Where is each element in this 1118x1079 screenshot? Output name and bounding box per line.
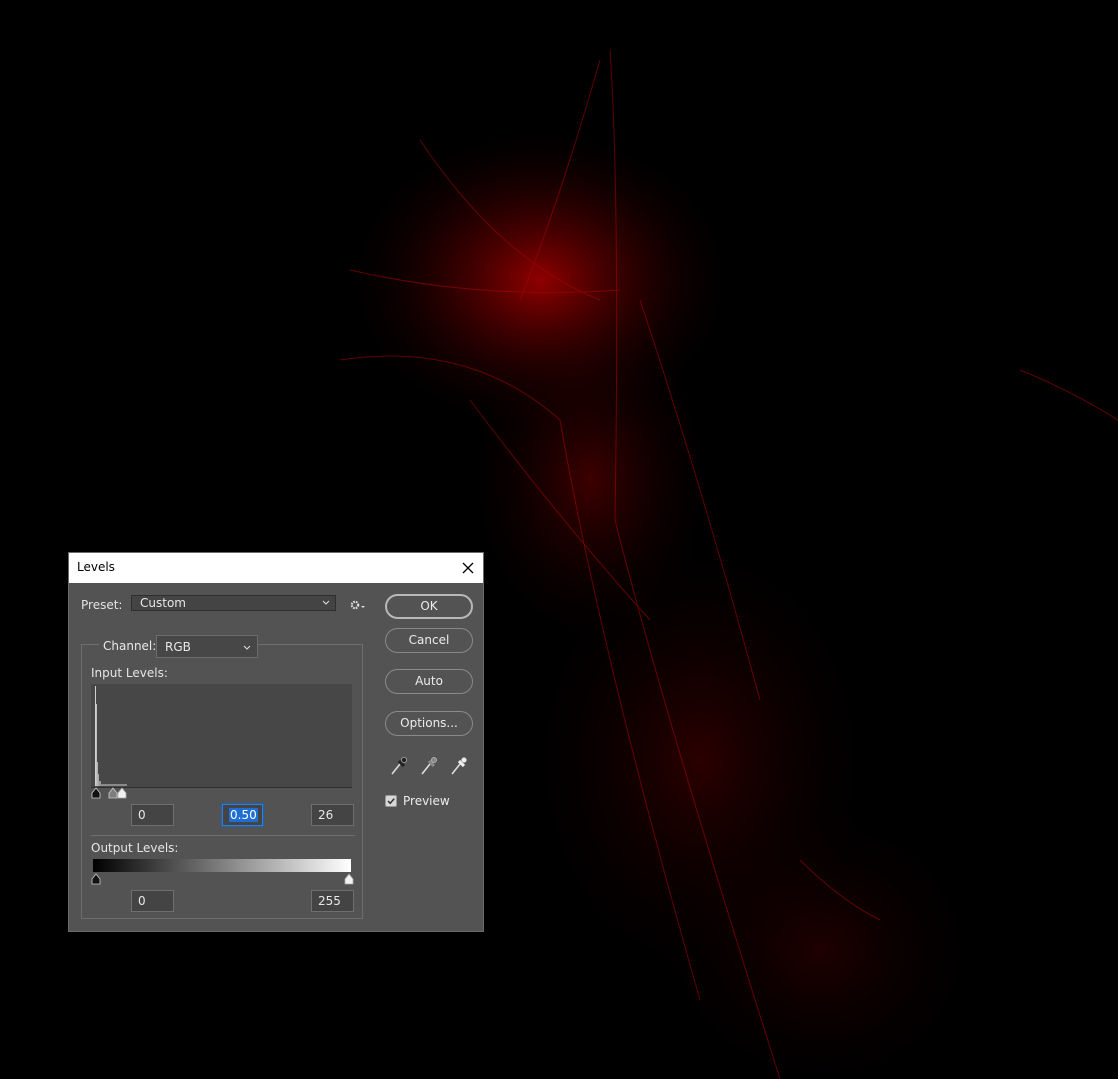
output-gradient xyxy=(93,859,351,872)
levels-dialog: Levels Preset: Custom Channel: RGB Input… xyxy=(68,552,484,932)
ok-button[interactable]: OK xyxy=(385,594,473,619)
input-gamma-handle xyxy=(108,787,118,799)
input-white-handle xyxy=(117,787,127,799)
output-white-field[interactable]: 255 xyxy=(311,890,354,912)
preview-checkbox[interactable] xyxy=(385,795,397,807)
preset-label: Preset: xyxy=(81,598,123,612)
input-gamma-value: 0.50 xyxy=(229,808,258,822)
gray-point-eyedropper-icon xyxy=(421,757,437,775)
input-gamma-field[interactable]: 0.50 xyxy=(222,804,263,826)
channel-value: RGB xyxy=(165,640,191,654)
divider xyxy=(91,835,355,836)
chevron-down-icon xyxy=(242,642,252,656)
dialog-title: Levels xyxy=(77,560,115,574)
input-levels-slider[interactable] xyxy=(89,786,353,800)
preset-value: Custom xyxy=(140,596,186,610)
preview-label: Preview xyxy=(403,794,450,808)
options-button[interactable]: Options... xyxy=(385,711,473,736)
close-icon[interactable] xyxy=(453,553,483,583)
chevron-down-icon xyxy=(321,597,331,611)
white-point-eyedropper-icon xyxy=(451,757,467,775)
input-white-field[interactable]: 26 xyxy=(311,804,354,826)
preset-dropdown[interactable]: Custom xyxy=(131,595,336,611)
checkmark-icon xyxy=(387,798,395,805)
output-white-handle xyxy=(344,873,354,885)
input-black-field[interactable]: 0 xyxy=(131,804,174,826)
input-black-handle xyxy=(91,787,101,799)
channel-dropdown[interactable]: RGB xyxy=(156,635,258,658)
output-black-handle xyxy=(91,873,101,885)
output-levels-slider[interactable] xyxy=(89,872,355,886)
dialog-titlebar[interactable]: Levels xyxy=(69,553,483,583)
output-black-field[interactable]: 0 xyxy=(131,890,174,912)
input-levels-label: Input Levels: xyxy=(91,666,168,680)
eyedropper-tools xyxy=(389,755,471,777)
output-levels-label: Output Levels: xyxy=(91,841,179,855)
histogram xyxy=(91,684,352,788)
black-point-eyedropper-icon xyxy=(391,757,407,775)
gear-icon[interactable] xyxy=(349,598,367,615)
channel-label: Channel: xyxy=(99,639,161,653)
cancel-button[interactable]: Cancel xyxy=(385,628,473,653)
auto-button[interactable]: Auto xyxy=(385,669,473,694)
